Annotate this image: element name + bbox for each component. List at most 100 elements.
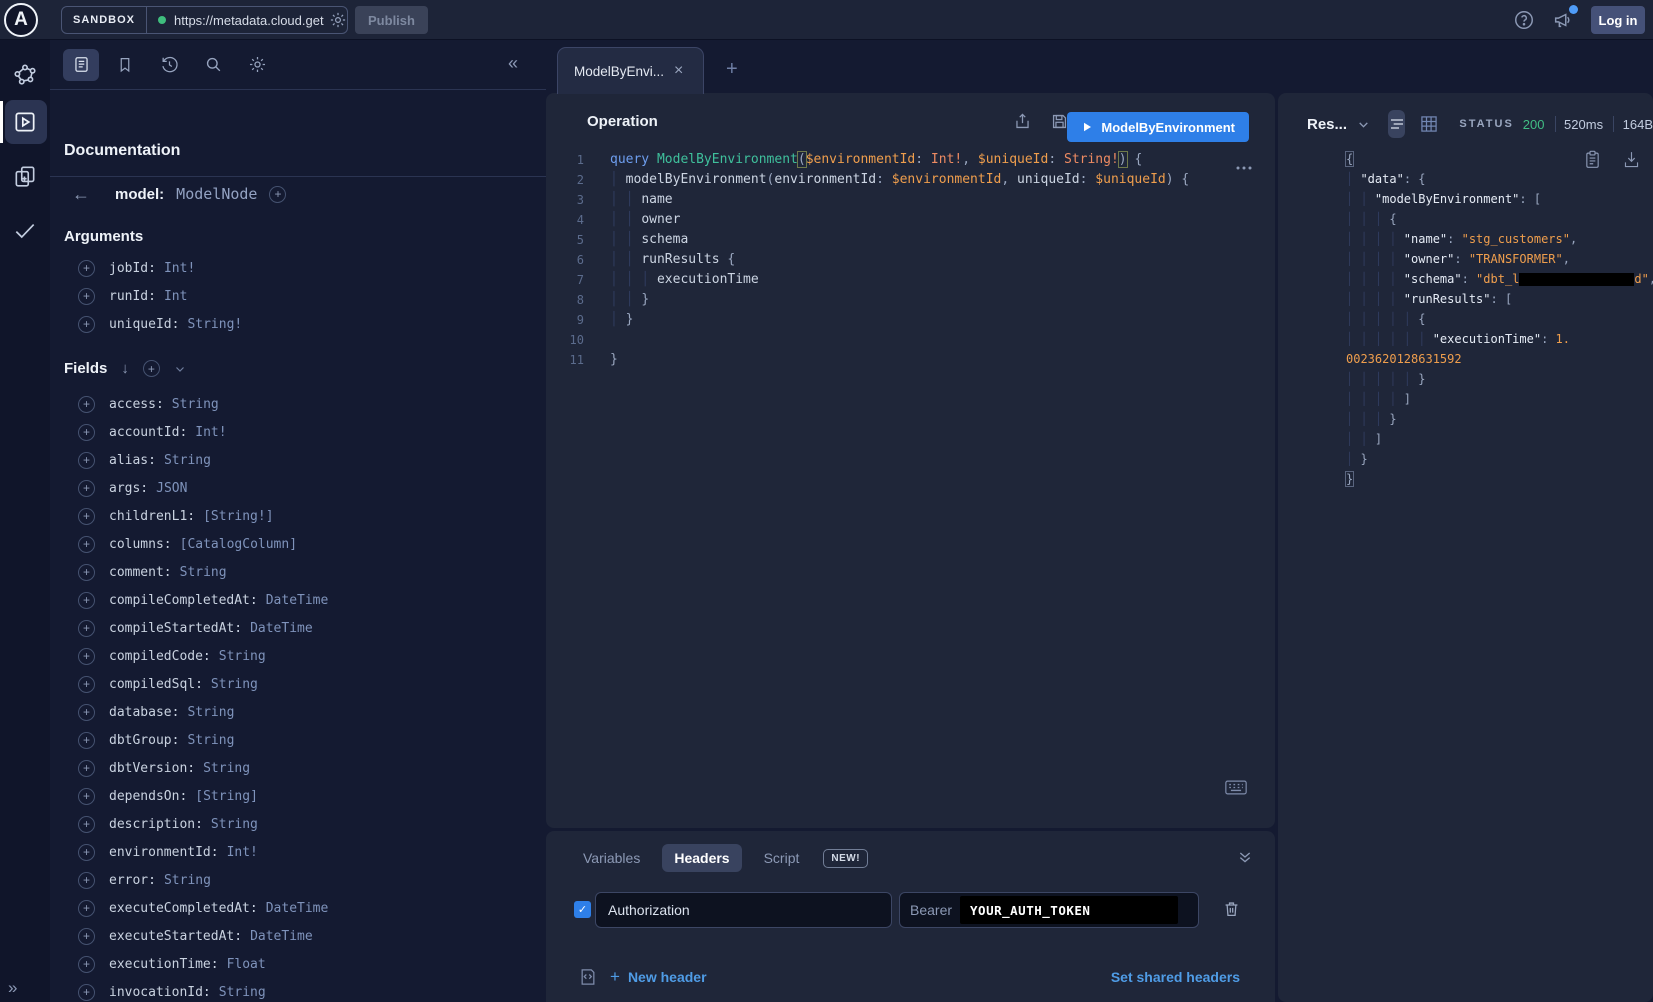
help-icon[interactable] xyxy=(1513,9,1535,31)
add-to-query-icon[interactable]: + xyxy=(78,648,95,665)
back-arrow-icon[interactable]: ← xyxy=(72,185,90,203)
edit-script-icon[interactable] xyxy=(578,967,598,987)
field-row[interactable]: +dbtGroup:String xyxy=(78,726,328,754)
code-token: │ xyxy=(1346,172,1360,186)
publish-button[interactable]: Publish xyxy=(355,6,428,34)
expand-rail-button[interactable]: » xyxy=(8,978,17,998)
field-row[interactable]: +database:String xyxy=(78,698,328,726)
field-row[interactable]: +compileStartedAt:DateTime xyxy=(78,614,328,642)
field-row[interactable]: +childrenL1:[String!] xyxy=(78,502,328,530)
field-row[interactable]: +access:String xyxy=(78,390,328,418)
add-to-query-icon[interactable]: + xyxy=(78,760,95,777)
collapse-panel-icon[interactable]: « xyxy=(508,53,518,74)
new-header-button[interactable]: + New header xyxy=(610,967,707,987)
login-button[interactable]: Log in xyxy=(1591,6,1645,34)
announcements-icon[interactable] xyxy=(1551,9,1575,31)
sidebar-item-explorer[interactable] xyxy=(0,98,50,146)
close-tab-icon[interactable]: × xyxy=(674,62,683,80)
endpoint-url-input[interactable]: https://metadata.cloud.get xyxy=(174,13,331,28)
sidebar-item-checks[interactable] xyxy=(0,206,50,254)
header-key-input[interactable]: Authorization xyxy=(595,892,892,928)
add-to-query-icon[interactable]: + xyxy=(78,732,95,749)
apollo-logo[interactable]: A xyxy=(4,3,38,37)
argument-row[interactable]: +jobId:Int! xyxy=(78,254,242,282)
field-type: String xyxy=(180,565,227,580)
keyboard-shortcuts-icon[interactable] xyxy=(1225,780,1247,795)
add-to-query-icon[interactable]: + xyxy=(78,260,95,277)
add-to-query-icon[interactable]: + xyxy=(78,592,95,609)
field-row[interactable]: +dbtVersion:String xyxy=(78,754,328,782)
add-to-query-icon[interactable]: + xyxy=(78,872,95,889)
operation-tab[interactable]: ModelByEnvi... × xyxy=(557,47,704,94)
add-to-query-icon[interactable]: + xyxy=(78,844,95,861)
add-all-fields-icon[interactable]: + xyxy=(269,186,286,203)
argument-row[interactable]: +uniqueId:String! xyxy=(78,310,242,338)
pretty-print-view-icon[interactable] xyxy=(1388,110,1405,138)
delete-header-icon[interactable] xyxy=(1222,899,1241,919)
field-row[interactable]: +dependsOn:[String] xyxy=(78,782,328,810)
add-to-query-icon[interactable]: + xyxy=(78,424,95,441)
field-row[interactable]: +environmentId:Int! xyxy=(78,838,328,866)
response-dropdown-chevron-icon[interactable] xyxy=(1357,118,1370,131)
chevron-down-icon[interactable] xyxy=(174,363,186,375)
sidebar-item-schema[interactable] xyxy=(0,50,50,98)
table-view-icon[interactable] xyxy=(1419,114,1439,134)
add-to-query-icon[interactable]: + xyxy=(78,452,95,469)
header-enabled-checkbox[interactable]: ✓ xyxy=(574,901,591,918)
field-row[interactable]: +compiledCode:String xyxy=(78,642,328,670)
field-row[interactable]: +executionTime:Float xyxy=(78,950,328,978)
add-to-query-icon[interactable]: + xyxy=(78,508,95,525)
field-row[interactable]: +columns:[CatalogColumn] xyxy=(78,530,328,558)
add-to-query-icon[interactable]: + xyxy=(78,704,95,721)
field-row[interactable]: +error:String xyxy=(78,866,328,894)
field-row[interactable]: +alias:String xyxy=(78,446,328,474)
header-value-input[interactable]: Bearer YOUR_AUTH_TOKEN xyxy=(899,892,1199,928)
field-row[interactable]: +executeStartedAt:DateTime xyxy=(78,922,328,950)
field-row[interactable]: +comment:String xyxy=(78,558,328,586)
add-fields-icon[interactable]: + xyxy=(143,360,160,377)
add-to-query-icon[interactable]: + xyxy=(78,816,95,833)
field-row[interactable]: +accountId:Int! xyxy=(78,418,328,446)
add-to-query-icon[interactable]: + xyxy=(78,984,95,1001)
new-tab-button[interactable]: + xyxy=(726,58,738,81)
field-type: JSON xyxy=(156,481,187,496)
graphql-code-editor[interactable]: 1query ModelByEnvironment($environmentId… xyxy=(546,150,1246,370)
run-operation-button[interactable]: ModelByEnvironment xyxy=(1067,112,1249,142)
add-to-query-icon[interactable]: + xyxy=(78,480,95,497)
field-row[interactable]: +args:JSON xyxy=(78,474,328,502)
code-token: , xyxy=(1649,272,1653,286)
tab-headers[interactable]: Headers xyxy=(662,844,741,872)
argument-row[interactable]: +runId:Int xyxy=(78,282,242,310)
settings-gear-icon[interactable] xyxy=(239,49,275,81)
sort-fields-icon[interactable]: ↓ xyxy=(121,360,129,377)
endpoint-url-group[interactable]: SANDBOX https://metadata.cloud.get xyxy=(61,6,348,34)
field-row[interactable]: +compileCompletedAt:DateTime xyxy=(78,586,328,614)
search-icon[interactable] xyxy=(195,49,231,81)
add-to-query-icon[interactable]: + xyxy=(78,396,95,413)
add-to-query-icon[interactable]: + xyxy=(78,620,95,637)
collapse-request-panel-icon[interactable] xyxy=(1237,849,1253,865)
share-operation-icon[interactable] xyxy=(1013,112,1032,131)
add-to-query-icon[interactable]: + xyxy=(78,956,95,973)
add-to-query-icon[interactable]: + xyxy=(78,288,95,305)
add-to-query-icon[interactable]: + xyxy=(78,900,95,917)
documentation-tab-icon[interactable] xyxy=(63,49,99,81)
history-icon[interactable] xyxy=(151,49,187,81)
field-row[interactable]: +executeCompletedAt:DateTime xyxy=(78,894,328,922)
tab-variables[interactable]: Variables xyxy=(571,844,652,872)
tab-script[interactable]: Script xyxy=(752,844,812,872)
field-row[interactable]: +description:String xyxy=(78,810,328,838)
field-row[interactable]: +compiledSql:String xyxy=(78,670,328,698)
sidebar-item-sandbox-collection[interactable] xyxy=(0,152,50,200)
add-to-query-icon[interactable]: + xyxy=(78,564,95,581)
add-to-query-icon[interactable]: + xyxy=(78,788,95,805)
editor-menu-icon[interactable] xyxy=(1235,165,1253,171)
add-to-query-icon[interactable]: + xyxy=(78,928,95,945)
set-shared-headers-button[interactable]: Set shared headers xyxy=(1111,969,1240,985)
connection-settings-gear-icon[interactable] xyxy=(329,11,347,29)
add-to-query-icon[interactable]: + xyxy=(78,676,95,693)
add-to-query-icon[interactable]: + xyxy=(78,536,95,553)
bookmarks-icon[interactable] xyxy=(107,49,143,81)
add-to-query-icon[interactable]: + xyxy=(78,316,95,333)
field-row[interactable]: +invocationId:String xyxy=(78,978,328,1002)
